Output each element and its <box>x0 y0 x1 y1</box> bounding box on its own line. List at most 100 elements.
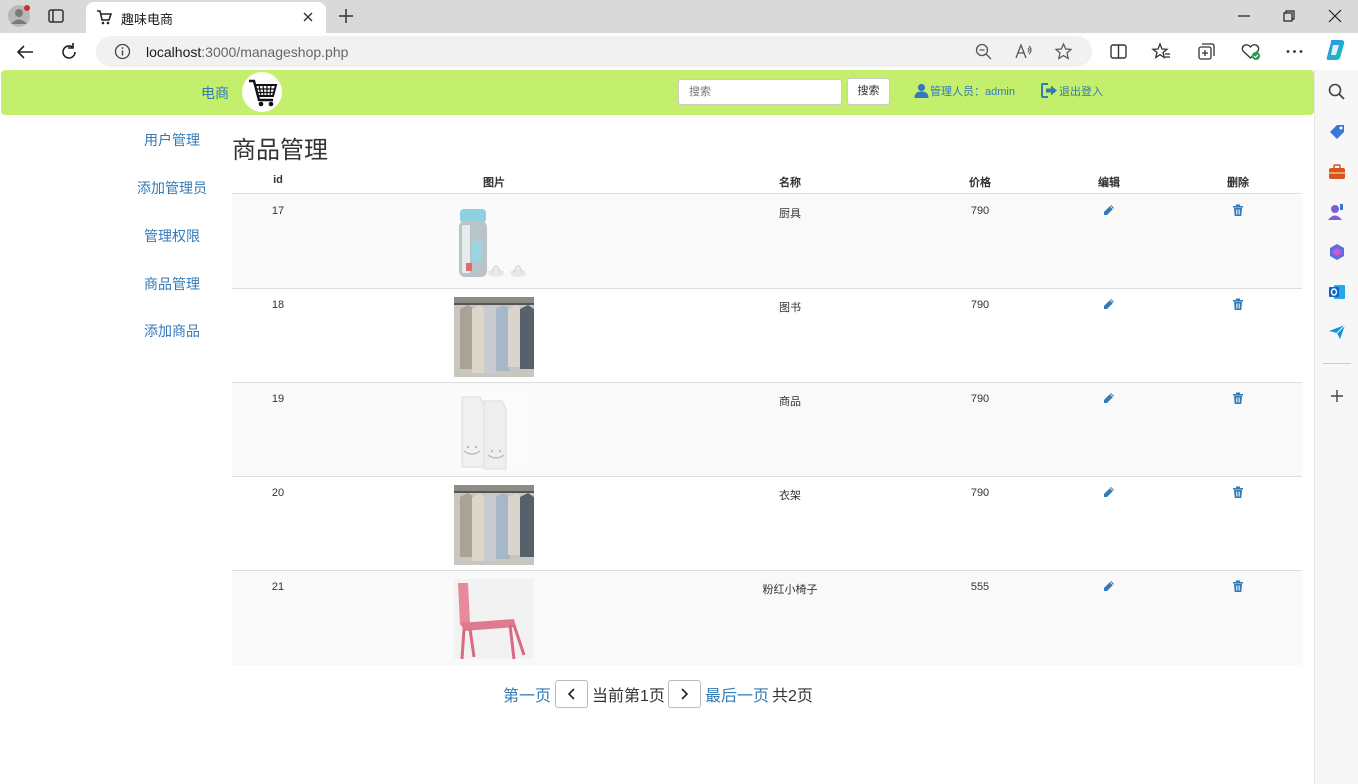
row-id: 17 <box>271 205 285 217</box>
close-tab-icon[interactable] <box>300 9 316 25</box>
first-page-link[interactable]: 第一页 <box>503 682 551 706</box>
cart-favicon-icon <box>97 10 112 25</box>
delete-trash-icon[interactable] <box>1232 298 1244 310</box>
delete-trash-icon[interactable] <box>1232 392 1244 404</box>
edit-pencil-icon[interactable] <box>1103 204 1115 216</box>
collections-icon[interactable] <box>1196 41 1217 62</box>
nav-add-admin[interactable]: 添加管理员 <box>137 178 207 198</box>
edit-pencil-icon[interactable] <box>1103 486 1115 498</box>
refresh-icon[interactable] <box>58 41 80 63</box>
row-id: 20 <box>271 487 285 499</box>
logout-label: 退出登入 <box>1059 86 1103 98</box>
shopping-tag-icon[interactable] <box>1327 122 1347 142</box>
edit-pencil-icon[interactable] <box>1103 298 1115 310</box>
row-id: 19 <box>271 393 285 405</box>
current-page-text: 当前第1页 <box>592 688 665 705</box>
page-viewport: 电商 搜索 管理人员：admin 退出登入 用户管理 添加管理 <box>1 70 1314 784</box>
row-price: 790 <box>970 299 990 311</box>
row-price: 790 <box>970 205 990 217</box>
site-header: 电商 搜索 管理人员：admin 退出登入 <box>1 70 1314 115</box>
profile-icon[interactable] <box>8 5 30 27</box>
next-page-button[interactable] <box>668 680 701 708</box>
table-row: 17 厨具 790 <box>232 195 1302 289</box>
tab-title: 趣味电商 <box>121 12 174 27</box>
nav-manage-permissions[interactable]: 管理权限 <box>144 226 200 246</box>
logout-icon <box>1041 83 1057 98</box>
browser-toolbar: localhost:3000/manageshop.php <box>0 33 1358 70</box>
tools-briefcase-icon[interactable] <box>1327 162 1347 182</box>
favorite-star-icon[interactable] <box>1054 42 1073 61</box>
search-input[interactable] <box>678 79 842 105</box>
product-image-hanging-shirts <box>454 297 534 377</box>
delete-trash-icon[interactable] <box>1232 580 1244 592</box>
prev-page-button[interactable] <box>555 680 588 708</box>
close-window-icon[interactable] <box>1325 6 1345 26</box>
table-row: 20 衣架 790 <box>232 477 1302 571</box>
nav-add-product[interactable]: 添加商品 <box>144 321 200 341</box>
restore-icon[interactable] <box>1279 6 1299 26</box>
row-name: 衣架 <box>779 490 801 502</box>
new-tab-icon[interactable] <box>336 6 356 26</box>
microsoft365-icon[interactable] <box>1327 242 1347 262</box>
row-price: 555 <box>970 581 990 593</box>
add-sidebar-app-icon[interactable] <box>1327 386 1347 406</box>
send-icon[interactable] <box>1327 322 1347 342</box>
chevron-right-icon <box>681 688 689 700</box>
back-icon[interactable] <box>14 41 36 63</box>
address-bar[interactable]: localhost:3000/manageshop.php <box>96 36 1092 67</box>
admin-user-link[interactable]: 管理人员：admin <box>914 83 1015 99</box>
site-info-icon[interactable] <box>114 43 131 60</box>
product-image-pink-chair <box>454 579 534 659</box>
row-name: 粉红小椅子 <box>762 584 818 596</box>
product-image-file-boxes <box>454 391 534 471</box>
outlook-icon[interactable] <box>1327 282 1347 302</box>
last-page-link[interactable]: 最后一页 <box>705 682 769 706</box>
favorites-icon[interactable] <box>1151 41 1172 62</box>
logout-link[interactable]: 退出登入 <box>1041 83 1103 99</box>
delete-trash-icon[interactable] <box>1232 486 1244 498</box>
shopping-cart-icon <box>249 79 278 107</box>
delete-trash-icon[interactable] <box>1232 204 1244 216</box>
nav-user-management[interactable]: 用户管理 <box>144 130 200 150</box>
search-button[interactable]: 搜索 <box>847 78 890 105</box>
product-image-thermos <box>454 203 534 283</box>
total-pages-text: 共2页 <box>772 688 813 705</box>
column-header-image: 图片 <box>483 177 505 189</box>
browser-tab-active[interactable]: 趣味电商 <box>86 2 326 33</box>
copilot-icon[interactable] <box>1324 38 1348 62</box>
sidebar-divider <box>1323 363 1351 364</box>
browser-essentials-icon[interactable] <box>1240 41 1261 62</box>
split-screen-icon[interactable] <box>1108 41 1129 62</box>
table-header: id 图片 名称 价格 编辑 删除 <box>232 170 1302 194</box>
games-icon[interactable] <box>1327 202 1347 222</box>
table-row: 19 商品 790 <box>232 383 1302 477</box>
column-header-id: id <box>273 174 283 186</box>
minimize-icon[interactable] <box>1234 6 1254 26</box>
page-title: 商品管理 <box>232 137 328 164</box>
column-header-price: 价格 <box>969 177 991 189</box>
product-image-hanging-shirts <box>454 485 534 565</box>
table-row: 21 粉红小椅子 555 <box>232 571 1302 665</box>
row-id: 21 <box>271 581 285 593</box>
edit-pencil-icon[interactable] <box>1103 580 1115 592</box>
admin-label: 管理人员：admin <box>930 86 1015 98</box>
brand-link[interactable]: 电商 <box>201 83 229 103</box>
read-aloud-icon[interactable] <box>1014 42 1033 61</box>
url-text[interactable]: localhost:3000/manageshop.php <box>146 44 348 60</box>
user-icon <box>914 83 929 98</box>
table-row: 18 图书 790 <box>232 289 1302 383</box>
column-header-name: 名称 <box>779 177 801 189</box>
row-price: 790 <box>970 393 990 405</box>
more-options-icon[interactable] <box>1284 41 1305 62</box>
search-icon[interactable] <box>1327 82 1347 102</box>
chevron-left-icon <box>567 688 575 700</box>
zoom-icon[interactable] <box>974 42 993 61</box>
cart-logo[interactable] <box>242 72 282 112</box>
row-name: 商品 <box>779 396 801 408</box>
edit-pencil-icon[interactable] <box>1103 392 1115 404</box>
nav-product-management[interactable]: 商品管理 <box>144 274 200 294</box>
row-name: 厨具 <box>779 208 801 220</box>
row-id: 18 <box>271 299 285 311</box>
tab-actions-icon[interactable] <box>46 6 66 26</box>
row-price: 790 <box>970 487 990 499</box>
